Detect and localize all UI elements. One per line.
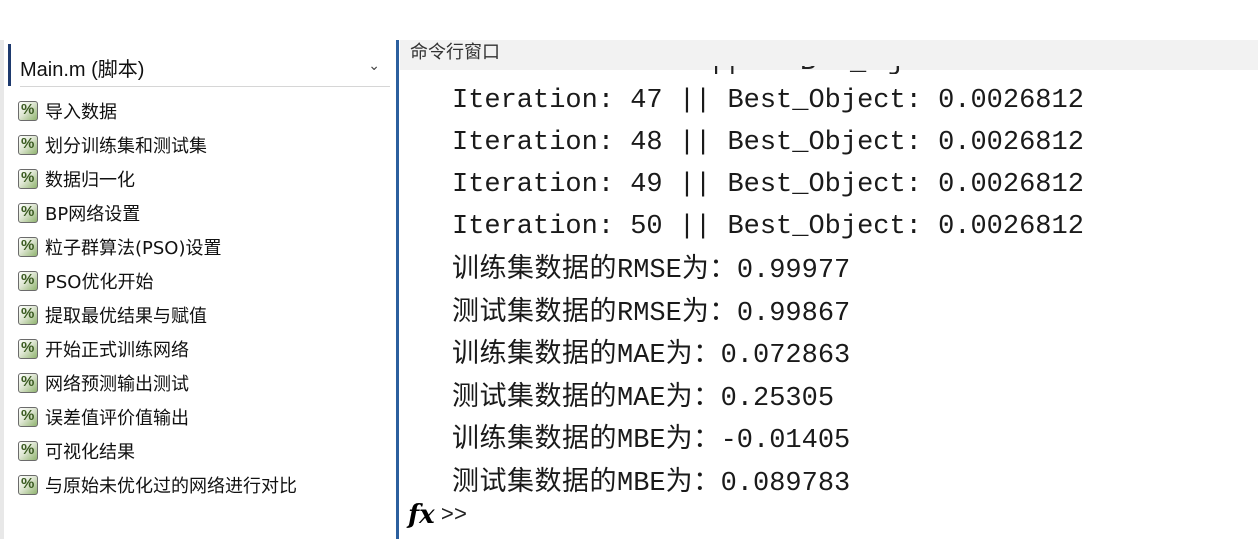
section-item[interactable]: 误差值评价值输出	[18, 400, 297, 434]
section-item[interactable]: PSO优化开始	[18, 264, 297, 298]
command-window-title: 命令行窗口	[410, 42, 500, 63]
metric-suffix: 为：	[681, 253, 737, 284]
command-prompt-row[interactable]: fx >>	[408, 498, 467, 532]
section-icon	[18, 475, 38, 495]
metric-label: 测试集数据的	[452, 380, 617, 412]
metric-name: RMSE	[617, 256, 682, 286]
command-prompt[interactable]: >>	[441, 503, 467, 528]
metric-label: 测试集数据的	[452, 295, 617, 327]
section-icon	[18, 271, 38, 291]
metric-value: 0.072863	[720, 341, 851, 371]
section-item[interactable]: 导入数据	[18, 94, 297, 128]
output-line-metric: 测试集数据的RMSE为：0.99867	[452, 291, 1084, 334]
metric-suffix: 为：	[665, 465, 721, 497]
section-label: PSO优化开始	[45, 272, 154, 293]
section-item[interactable]: 与原始未优化过的网络进行对比	[18, 468, 297, 502]
section-label: 误差值评价值输出	[45, 408, 189, 429]
metric-value: 0.99977	[736, 256, 851, 286]
metric-value: 0.089783	[720, 468, 851, 499]
section-label: BP网络设置	[45, 204, 141, 225]
section-item[interactable]: 可视化结果	[18, 434, 297, 468]
metric-value: 0.25305	[720, 383, 835, 414]
metric-value: 0.99867	[736, 298, 851, 329]
metric-suffix: 为：	[681, 295, 737, 327]
metric-suffix: 为：	[665, 380, 721, 412]
output-line-metric: 训练集数据的RMSE为：0.99977	[452, 248, 1084, 291]
code-sections-panel: Main.m (脚本) ⌄ 导入数据 划分训练集和测试集 数据归一化 BP网络设…	[8, 42, 395, 539]
output-line-metric: 测试集数据的MAE为：0.25305	[452, 376, 1084, 419]
section-item[interactable]: 粒子群算法(PSO)设置	[18, 230, 297, 264]
section-label: 开始正式训练网络	[45, 340, 189, 361]
output-line-iteration: Iteration: 47 || Best_Object: 0.0026812	[452, 86, 1084, 116]
section-icon	[18, 237, 38, 257]
panel-splitter[interactable]	[396, 40, 399, 539]
metric-name: MAE	[617, 341, 666, 371]
output-line-metric: 测试集数据的MBE为：0.089783	[452, 461, 1084, 504]
section-list: 导入数据 划分训练集和测试集 数据归一化 BP网络设置 粒子群算法(PSO)设置…	[18, 94, 297, 502]
metric-label: 测试集数据的	[452, 465, 617, 497]
chevron-down-icon[interactable]: ⌄	[368, 57, 380, 74]
metric-name: MBE	[617, 468, 666, 499]
output-line-iteration: Iteration: 48 || Best_Object: 0.0026812	[452, 128, 1084, 158]
function-browser-icon[interactable]: fx	[408, 500, 435, 530]
section-icon	[18, 441, 38, 461]
matlab-screen: Main.m (脚本) ⌄ 导入数据 划分训练集和测试集 数据归一化 BP网络设…	[0, 0, 1258, 539]
section-item[interactable]: 网络预测输出测试	[18, 366, 297, 400]
section-item[interactable]: 数据归一化	[18, 162, 297, 196]
file-select-dropdown[interactable]: Main.m (脚本) ⌄	[20, 48, 390, 87]
metric-name: MAE	[617, 383, 666, 414]
section-label: 可视化结果	[45, 442, 135, 463]
section-label: 粒子群算法(PSO)设置	[45, 238, 222, 259]
section-icon	[18, 101, 38, 121]
output-line-metric: 训练集数据的MBE为：-0.01405	[452, 418, 1084, 461]
metric-label: 训练集数据的	[452, 338, 617, 369]
section-icon	[18, 373, 38, 393]
output-line-iteration: Iteration: 49 || Best_Object: 0.0026812	[452, 170, 1084, 200]
output-line-metric: 训练集数据的MAE为：0.072863	[452, 333, 1084, 376]
section-icon	[18, 203, 38, 223]
metric-suffix: 为：	[665, 338, 721, 369]
scrolled-output-fragment: || B _ j	[400, 66, 1258, 74]
metric-label: 训练集数据的	[452, 253, 617, 284]
section-item[interactable]: 划分训练集和测试集	[18, 128, 297, 162]
section-item[interactable]: 提取最优结果与赋值	[18, 298, 297, 332]
section-icon	[18, 305, 38, 325]
section-icon	[18, 169, 38, 189]
section-label: 数据归一化	[45, 170, 135, 191]
section-item[interactable]: 开始正式训练网络	[18, 332, 297, 366]
section-icon	[18, 135, 38, 155]
file-select-label: Main.m (脚本)	[20, 58, 145, 81]
section-label: 导入数据	[45, 102, 117, 123]
section-label: 提取最优结果与赋值	[45, 306, 207, 327]
section-label: 划分训练集和测试集	[45, 136, 207, 157]
command-output: Iteration: 47 || Best_Object: 0.0026812 …	[452, 80, 1084, 503]
metric-suffix: 为：	[665, 423, 721, 454]
metric-name: MBE	[617, 426, 666, 456]
section-item[interactable]: BP网络设置	[18, 196, 297, 230]
section-icon	[18, 339, 38, 359]
left-edge-strip	[0, 40, 4, 539]
metric-value: -0.01405	[720, 426, 851, 456]
metric-name: RMSE	[617, 298, 682, 329]
metric-label: 训练集数据的	[452, 423, 617, 454]
section-label: 网络预测输出测试	[45, 374, 189, 395]
command-window[interactable]: 命令行窗口 || B _ j Iteration: 47 || Best_Obj…	[400, 40, 1258, 539]
section-icon	[18, 407, 38, 427]
output-line-iteration: Iteration: 50 || Best_Object: 0.0026812	[452, 212, 1084, 242]
section-label: 与原始未优化过的网络进行对比	[45, 476, 297, 497]
